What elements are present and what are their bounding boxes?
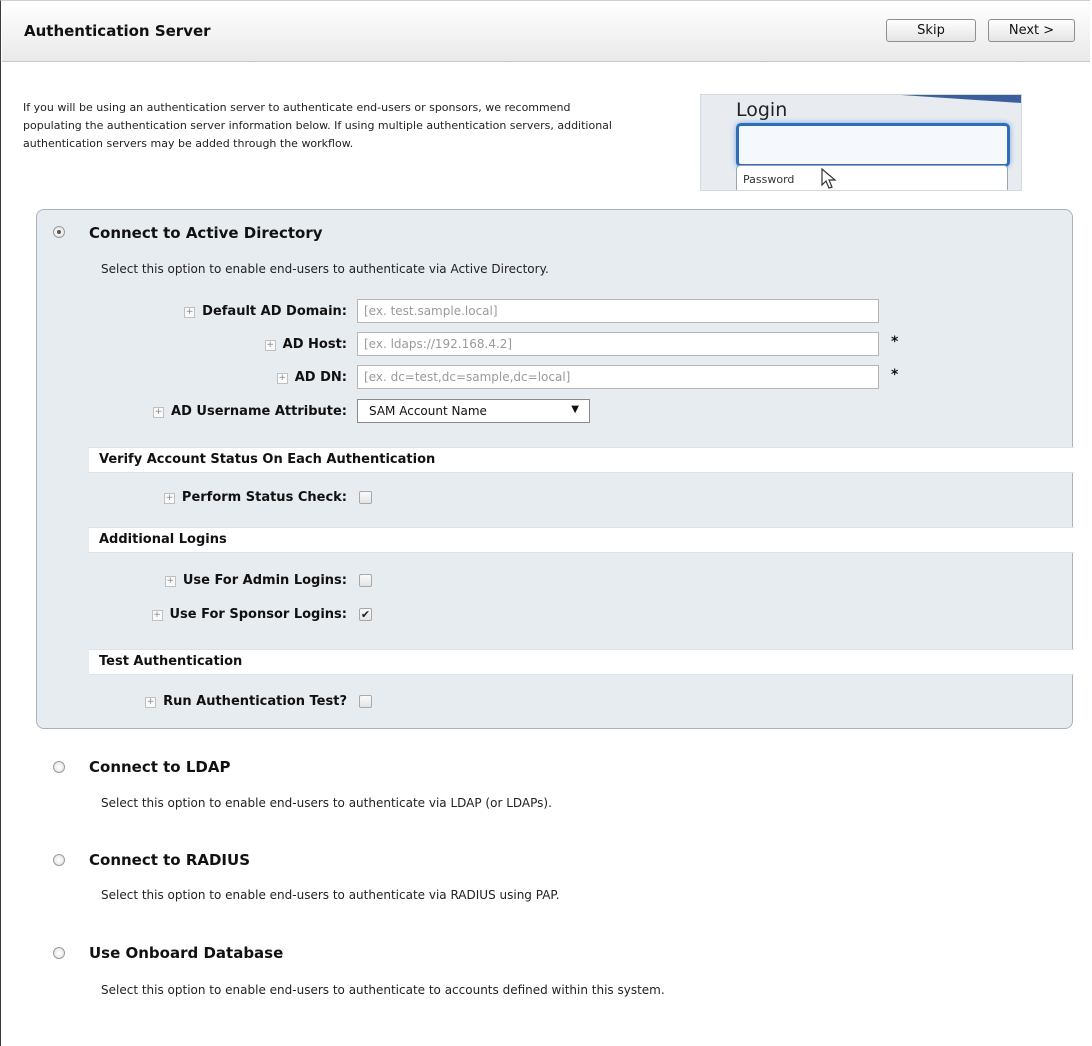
field-label-text: Run Authentication Test? xyxy=(163,694,347,709)
option-title-onboard-database: Use Onboard Database xyxy=(89,944,284,962)
expand-icon[interactable]: + xyxy=(264,340,276,351)
option-title-radius: Connect to RADIUS xyxy=(89,851,251,869)
default-ad-domain-input[interactable] xyxy=(357,299,879,323)
chevron-down-icon: ▼ xyxy=(571,404,579,415)
select-value: SAM Account Name xyxy=(369,404,487,418)
page-title: Authentication Server xyxy=(24,22,211,40)
option-desc-onboard-database: Select this option to enable end-users t… xyxy=(101,983,665,997)
option-desc-radius: Select this option to enable end-users t… xyxy=(101,888,560,902)
expand-icon[interactable]: + xyxy=(151,610,163,621)
page-frame: Authentication Server Skip Next > If you… xyxy=(0,0,1090,1046)
field-label-default-ad-domain: + Default AD Domain: xyxy=(184,304,347,319)
illustration-login-text: Login xyxy=(736,99,788,121)
section-test-authentication: Test Authentication xyxy=(89,649,1074,675)
expand-icon[interactable]: + xyxy=(164,576,176,587)
expand-icon[interactable]: + xyxy=(163,493,175,504)
illustration-stripe xyxy=(901,95,1021,103)
field-label-ad-dn: + AD DN: xyxy=(276,370,347,385)
ad-username-attribute-select[interactable]: SAM Account Name ▼ xyxy=(357,399,590,423)
field-label-perform-status-check: + Perform Status Check: xyxy=(163,490,347,505)
section-verify-account-status: Verify Account Status On Each Authentica… xyxy=(89,447,1074,473)
option-desc-active-directory: Select this option to enable end-users t… xyxy=(101,262,549,276)
expand-icon[interactable]: + xyxy=(276,373,288,384)
expand-icon[interactable]: + xyxy=(184,307,196,318)
header-bar: Authentication Server Skip Next > xyxy=(2,2,1090,62)
ad-host-input[interactable] xyxy=(357,332,879,356)
expand-icon[interactable]: + xyxy=(153,407,165,418)
field-label-admin-logins: + Use For Admin Logins: xyxy=(164,573,347,588)
ad-dn-input[interactable] xyxy=(357,365,879,389)
perform-status-check-checkbox[interactable] xyxy=(359,491,372,504)
illustration-password-text: Password xyxy=(743,173,795,186)
intro-text: If you will be using an authentication s… xyxy=(23,101,612,150)
field-label-ad-username-attribute: + AD Username Attribute: xyxy=(153,404,347,419)
next-button[interactable]: Next > xyxy=(988,19,1075,42)
field-label-text: Default AD Domain: xyxy=(202,304,347,319)
field-label-text: Perform Status Check: xyxy=(181,490,347,505)
login-illustration: Login Password xyxy=(700,94,1022,191)
field-label-run-authentication-test: + Run Authentication Test? xyxy=(145,694,347,709)
section-title: Verify Account Status On Each Authentica… xyxy=(99,452,436,467)
field-label-text: AD Host: xyxy=(282,337,347,352)
option-title-ldap: Connect to LDAP xyxy=(89,758,231,776)
section-title: Additional Logins xyxy=(99,532,227,547)
field-label-ad-host: + AD Host: xyxy=(264,337,347,352)
required-marker: * xyxy=(891,334,899,350)
required-marker: * xyxy=(891,367,899,383)
mouse-cursor-icon xyxy=(821,168,837,189)
radio-radius[interactable] xyxy=(53,854,65,866)
field-label-sponsor-logins: + Use For Sponsor Logins: xyxy=(151,607,348,622)
section-additional-logins: Additional Logins xyxy=(89,527,1074,553)
admin-logins-checkbox[interactable] xyxy=(359,574,372,587)
section-title: Test Authentication xyxy=(99,654,243,669)
field-label-text: AD Username Attribute: xyxy=(171,404,347,419)
illustration-password-field: Password xyxy=(736,165,1008,190)
radio-active-directory[interactable] xyxy=(53,226,65,238)
option-desc-ldap: Select this option to enable end-users t… xyxy=(101,796,552,810)
radio-onboard-database[interactable] xyxy=(53,947,65,959)
radio-ldap[interactable] xyxy=(53,761,65,773)
sponsor-logins-checkbox[interactable]: ✔ xyxy=(359,608,372,621)
check-icon: ✔ xyxy=(360,608,371,621)
expand-icon[interactable]: + xyxy=(145,697,157,708)
skip-button[interactable]: Skip xyxy=(886,19,976,42)
field-label-text: AD DN: xyxy=(294,370,347,385)
field-label-text: Use For Admin Logins: xyxy=(182,573,347,588)
run-authentication-test-checkbox[interactable] xyxy=(359,695,372,708)
option-title-active-directory: Connect to Active Directory xyxy=(89,224,323,242)
illustration-login-field xyxy=(736,123,1010,167)
field-label-text: Use For Sponsor Logins: xyxy=(169,607,348,622)
